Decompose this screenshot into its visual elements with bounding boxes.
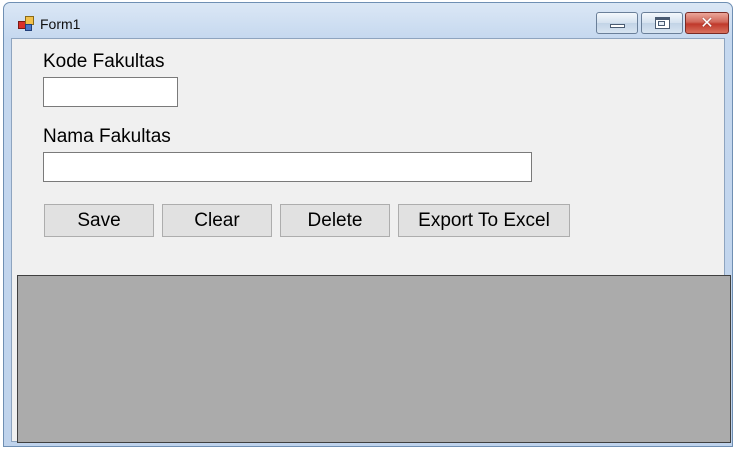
kode-fakultas-label: Kode Fakultas <box>43 51 165 72</box>
close-button[interactable]: ✕ <box>685 12 729 34</box>
kode-fakultas-input[interactable] <box>43 77 178 107</box>
close-icon: ✕ <box>700 13 714 32</box>
minimize-button[interactable] <box>596 12 638 34</box>
title-bar[interactable]: Form1 ✕ <box>4 3 732 39</box>
maximize-icon <box>655 17 670 29</box>
form-window: Form1 ✕ Kode Fakultas Nama Fakultas Save… <box>3 2 733 447</box>
save-button[interactable]: Save <box>44 204 154 237</box>
clear-button[interactable]: Clear <box>162 204 272 237</box>
nama-fakultas-label: Nama Fakultas <box>43 126 171 147</box>
maximize-button[interactable] <box>641 12 683 34</box>
export-to-excel-button[interactable]: Export To Excel <box>398 204 570 237</box>
nama-fakultas-input[interactable] <box>43 152 532 182</box>
minimize-icon <box>610 24 625 28</box>
form-client-area: Kode Fakultas Nama Fakultas Save Clear D… <box>11 38 731 443</box>
form-app-icon[interactable] <box>18 16 34 31</box>
data-grid-view[interactable] <box>17 275 731 443</box>
window-title: Form1 <box>40 16 81 32</box>
delete-button[interactable]: Delete <box>280 204 390 237</box>
